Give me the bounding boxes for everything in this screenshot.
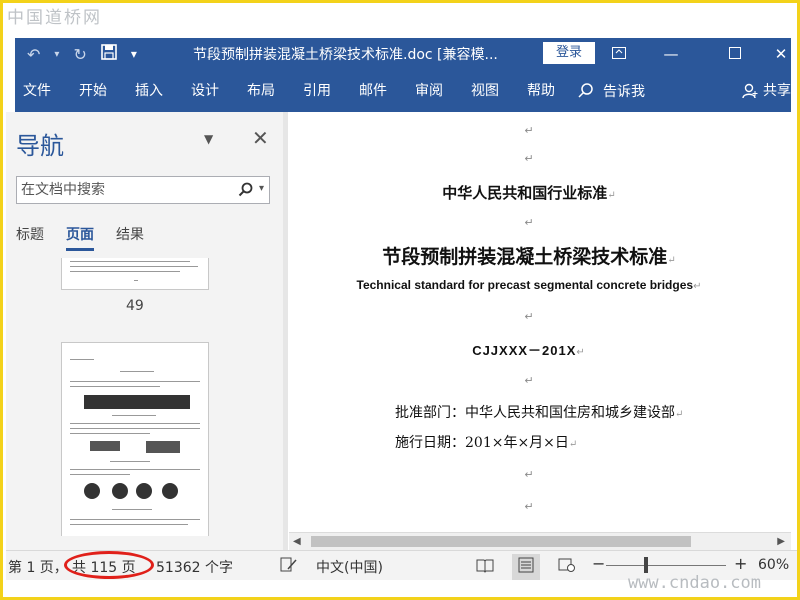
doc-line-industry-standard[interactable]: 中华人民共和国行业标准↵ <box>289 182 769 203</box>
tab-help[interactable]: 帮助 <box>513 70 569 112</box>
nav-pane-title: 导航 <box>16 132 64 160</box>
nav-close-icon[interactable]: ✕ <box>252 126 269 150</box>
nav-search-input[interactable] <box>21 181 221 199</box>
person-icon <box>742 83 758 99</box>
login-button[interactable]: 登录 <box>543 42 595 64</box>
tab-references[interactable]: 引用 <box>289 70 345 112</box>
nav-tabs: 标题 页面 结果 <box>16 224 144 251</box>
tab-review[interactable]: 审阅 <box>401 70 457 112</box>
document-horizontal-scrollbar[interactable]: ◀ ▶ <box>289 532 791 550</box>
tab-insert[interactable]: 插入 <box>121 70 177 112</box>
paragraph-mark: ↵ <box>524 468 534 481</box>
zoom-level[interactable]: 60% <box>758 557 789 573</box>
tab-layout[interactable]: 布局 <box>233 70 289 112</box>
watermark-bottom: www.cndao.com <box>627 573 761 593</box>
minimize-icon[interactable]: — <box>653 38 689 70</box>
customize-qa-icon[interactable]: ▾ <box>131 47 137 61</box>
read-mode-icon[interactable] <box>476 557 494 577</box>
nav-tab-headings[interactable]: 标题 <box>16 224 44 251</box>
status-language[interactable]: 中文(中国) <box>316 557 383 577</box>
tell-me-box[interactable]: 告诉我 <box>577 81 645 101</box>
page-thumbnail-50[interactable] <box>61 342 209 536</box>
page-thumbnail-49[interactable] <box>61 258 209 290</box>
nav-pane-scrollbar[interactable] <box>283 112 288 550</box>
page-thumbnail-number: 49 <box>126 298 144 314</box>
zoom-slider-track[interactable] <box>606 565 726 566</box>
undo-dropdown-icon[interactable]: ▾ <box>54 49 59 60</box>
paragraph-mark: ↵ <box>524 310 534 323</box>
share-label: 共享 <box>763 83 791 99</box>
scroll-left-icon[interactable]: ◀ <box>293 536 301 547</box>
zoom-in-icon[interactable]: + <box>734 554 747 573</box>
status-word-count[interactable]: 51362 个字 <box>156 557 233 577</box>
search-icon[interactable] <box>237 181 255 199</box>
close-window-icon[interactable]: ✕ <box>763 38 797 70</box>
maximize-icon[interactable] <box>717 38 753 70</box>
nav-tab-pages[interactable]: 页面 <box>66 224 94 251</box>
tab-mailings[interactable]: 邮件 <box>345 70 401 112</box>
scroll-right-icon[interactable]: ▶ <box>777 536 785 547</box>
document-title: 节段预制拼装混凝土桥梁技术标准.doc [兼容模... <box>193 47 498 63</box>
lightbulb-icon <box>578 83 593 98</box>
title-bar: ↶ ▾ ↻ ▾ 节段预制拼装混凝土桥梁技术标准.doc [兼容模... 登录 —… <box>15 38 791 70</box>
nav-search-box: ▾ <box>16 176 270 204</box>
doc-line-approval-dept[interactable]: 批准部门：中华人民共和国住房和城乡建设部↵ <box>395 402 683 422</box>
share-button[interactable]: 共享 <box>741 70 791 112</box>
tab-design[interactable]: 设计 <box>177 70 233 112</box>
ribbon-tabs: 文件 开始 插入 设计 布局 引用 邮件 审阅 视图 帮助 告诉我 共享 <box>15 70 791 112</box>
nav-tab-results[interactable]: 结果 <box>116 224 144 251</box>
print-layout-icon[interactable] <box>512 554 540 580</box>
redo-icon[interactable]: ↻ <box>73 45 86 64</box>
zoom-out-icon[interactable]: − <box>592 554 605 573</box>
document-canvas[interactable]: ↵ ↵ 中华人民共和国行业标准↵ ↵ 节段预制拼装混凝土桥梁技术标准↵ Tech… <box>289 112 791 532</box>
quick-access-toolbar: ↶ ▾ ↻ ▾ <box>15 38 137 70</box>
status-current-page[interactable]: 第 1 页， <box>8 557 68 577</box>
undo-icon[interactable]: ↶ <box>27 45 40 64</box>
tell-me-label: 告诉我 <box>603 84 645 100</box>
scroll-thumb[interactable] <box>311 536 691 547</box>
paragraph-mark: ↵ <box>524 374 534 387</box>
page-thumbnails[interactable]: 49 <box>6 258 285 536</box>
doc-line-title-en[interactable]: Technical standard for precast segmental… <box>289 278 769 292</box>
doc-line-standard-code[interactable]: CJJXXX－201X↵ <box>289 340 769 359</box>
ribbon-display-options-icon[interactable] <box>601 38 637 70</box>
navigation-pane: 导航 ▼ ✕ ▾ 标题 页面 结果 49 <box>6 112 286 550</box>
watermark-top: 中国道桥网 <box>7 8 102 28</box>
tab-home[interactable]: 开始 <box>65 70 121 112</box>
screenshot-frame: 中国道桥网 ↶ ▾ ↻ ▾ 节段预制拼装混凝土桥梁技术标准.doc [兼容模..… <box>0 0 800 600</box>
save-icon[interactable] <box>101 44 117 64</box>
nav-options-dropdown-icon[interactable]: ▼ <box>204 132 213 146</box>
paragraph-mark: ↵ <box>524 152 534 165</box>
paragraph-mark: ↵ <box>524 216 534 229</box>
tab-view[interactable]: 视图 <box>457 70 513 112</box>
doc-line-effective-date[interactable]: 施行日期：201×年×月×日↵ <box>395 432 577 452</box>
tab-file[interactable]: 文件 <box>15 70 65 112</box>
doc-line-title-cn[interactable]: 节段预制拼装混凝土桥梁技术标准↵ <box>289 242 769 269</box>
zoom-slider-thumb[interactable] <box>644 557 648 573</box>
proofing-icon[interactable] <box>280 557 298 577</box>
highlight-circle <box>64 551 154 579</box>
paragraph-mark: ↵ <box>524 500 534 513</box>
search-options-dropdown-icon[interactable]: ▾ <box>259 183 264 194</box>
paragraph-mark: ↵ <box>524 124 534 137</box>
web-layout-icon[interactable] <box>558 557 576 577</box>
